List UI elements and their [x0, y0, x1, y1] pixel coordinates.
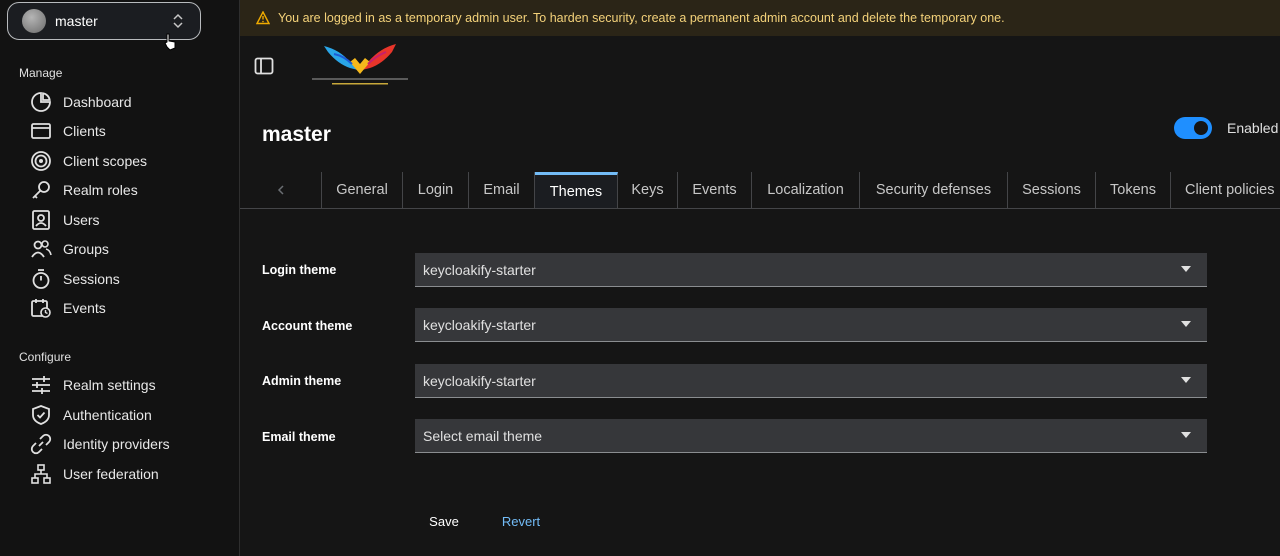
tab-tokens[interactable]: Tokens — [1096, 172, 1171, 208]
sidebar-item-label: Events — [63, 300, 106, 316]
warning-icon — [256, 11, 270, 25]
sidebar-item-label: Dashboard — [63, 94, 132, 110]
sidebar-item-realm-settings[interactable]: Realm settings — [30, 371, 156, 399]
tab-localization[interactable]: Localization — [752, 172, 860, 208]
sidebar-item-dashboard[interactable]: Dashboard — [30, 88, 132, 116]
sidebar-item-user-federation[interactable]: User federation — [30, 460, 159, 488]
tabs-scroll-left-button[interactable] — [240, 172, 322, 208]
sidebar-item-label: Groups — [63, 241, 109, 257]
select-placeholder: Select email theme — [423, 427, 543, 444]
tab-events[interactable]: Events — [678, 172, 752, 208]
key-icon — [32, 181, 50, 199]
enabled-toggle-label: Enabled — [1227, 120, 1279, 136]
sidebar-item-clients[interactable]: Clients — [30, 117, 106, 145]
caret-down-icon — [1181, 432, 1191, 438]
sidebar-item-sessions[interactable]: Sessions — [30, 265, 120, 293]
email-theme-select[interactable]: Select email theme — [415, 419, 1207, 453]
account-theme-label: Account theme — [262, 319, 353, 333]
realm-avatar — [22, 9, 46, 33]
revert-button[interactable]: Revert — [490, 503, 552, 539]
realm-name: master — [55, 13, 98, 29]
masthead — [240, 36, 1280, 94]
select-value: keycloakify-starter — [423, 316, 536, 333]
tab-sessions[interactable]: Sessions — [1008, 172, 1096, 208]
dashboard-icon — [31, 92, 51, 112]
chevron-left-icon — [277, 185, 284, 195]
clients-icon — [31, 123, 51, 139]
sort-caret-icon — [173, 13, 183, 29]
caret-down-icon — [1181, 321, 1191, 327]
stopwatch-icon — [32, 269, 50, 289]
tab-security-defenses[interactable]: Security defenses — [860, 172, 1008, 208]
caret-down-icon — [1181, 377, 1191, 383]
page-header: master Enabled — [240, 94, 1280, 172]
client-scopes-icon — [31, 151, 51, 171]
sliders-icon — [32, 376, 50, 394]
banner-text: You are logged in as a temporary admin u… — [278, 11, 1005, 25]
realm-settings-tabs: General Login Email Themes Keys Events L… — [240, 172, 1280, 209]
sidebar-item-label: Users — [63, 212, 100, 228]
tab-login[interactable]: Login — [403, 172, 469, 208]
sidebar-item-label: Clients — [63, 123, 106, 139]
shield-icon — [32, 405, 50, 425]
sidebar-item-events[interactable]: Events — [30, 294, 106, 322]
login-theme-label: Login theme — [262, 263, 337, 277]
select-value: keycloakify-starter — [423, 372, 536, 389]
tab-themes[interactable]: Themes — [535, 172, 618, 208]
account-theme-select[interactable]: keycloakify-starter — [415, 308, 1207, 342]
themes-form: Login theme keycloakify-starter Account … — [240, 209, 1280, 556]
sidebar-item-authentication[interactable]: Authentication — [30, 401, 152, 429]
tab-general[interactable]: General — [322, 172, 403, 208]
sidebar-item-client-scopes[interactable]: Client scopes — [30, 147, 147, 175]
sidebar: master Manage Dashboard Clients Client s… — [0, 0, 240, 556]
tab-email[interactable]: Email — [469, 172, 535, 208]
sidebar-item-users[interactable]: Users — [30, 206, 100, 234]
calendar-icon — [31, 299, 51, 318]
sidebar-item-label: Sessions — [63, 271, 120, 287]
caret-down-icon — [1181, 266, 1191, 272]
sidebar-item-label: Realm settings — [63, 377, 156, 393]
page-title: master — [262, 123, 331, 146]
hand-cursor-icon — [164, 33, 176, 51]
sidebar-item-groups[interactable]: Groups — [30, 235, 109, 263]
warning-banner: You are logged in as a temporary admin u… — [240, 0, 1280, 36]
sitemap-icon — [31, 464, 51, 484]
sidebar-item-label: User federation — [63, 466, 159, 482]
brand-logo — [312, 44, 408, 85]
link-icon — [30, 433, 52, 455]
admin-theme-label: Admin theme — [262, 374, 342, 388]
save-button[interactable]: Save — [414, 503, 474, 539]
sidebar-item-label: Client scopes — [63, 153, 148, 169]
tab-keys[interactable]: Keys — [618, 172, 678, 208]
sidebar-item-label: Authentication — [63, 407, 152, 423]
sidebar-item-identity-providers[interactable]: Identity providers — [30, 430, 170, 458]
sidebar-item-realm-roles[interactable]: Realm roles — [30, 176, 138, 204]
tab-client-policies[interactable]: Client policies — [1171, 172, 1280, 208]
manage-group-title: Manage — [19, 66, 63, 80]
user-icon — [32, 210, 50, 230]
admin-theme-select[interactable]: keycloakify-starter — [415, 364, 1207, 398]
users-icon — [31, 240, 52, 258]
enabled-toggle[interactable] — [1174, 117, 1212, 139]
sidebar-item-label: Identity providers — [63, 436, 170, 452]
select-value: keycloakify-starter — [423, 261, 536, 278]
email-theme-label: Email theme — [262, 430, 336, 444]
sidebar-item-label: Realm roles — [63, 182, 138, 198]
configure-group-title: Configure — [19, 350, 72, 364]
sidebar-toggle-icon[interactable] — [254, 56, 274, 76]
login-theme-select[interactable]: keycloakify-starter — [415, 253, 1207, 287]
